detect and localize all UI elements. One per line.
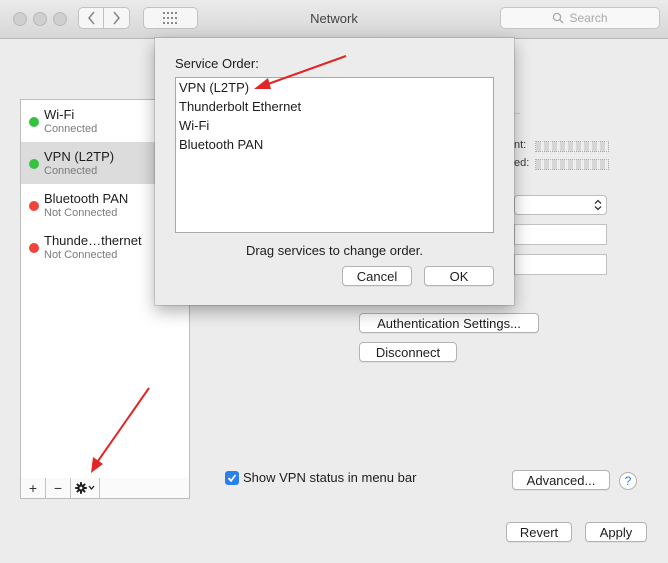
title-bar: Network Search xyxy=(0,0,668,39)
redacted-value xyxy=(535,159,609,170)
server-address-field[interactable] xyxy=(514,224,607,245)
cancel-button[interactable]: Cancel xyxy=(342,266,412,286)
service-list-toolbar: + − xyxy=(20,478,190,499)
service-order-list[interactable]: VPN (L2TP) Thunderbolt Ethernet Wi-Fi Bl… xyxy=(175,77,494,233)
apply-button[interactable]: Apply xyxy=(585,522,647,542)
status-dot xyxy=(29,243,39,253)
service-actions-button[interactable] xyxy=(71,478,100,498)
updown-chevron-icon xyxy=(594,199,602,211)
show-vpn-status-row: Show VPN status in menu bar xyxy=(225,470,416,485)
help-button[interactable]: ? xyxy=(619,472,637,490)
service-name: VPN (L2TP) xyxy=(44,149,115,164)
authentication-settings-button[interactable]: Authentication Settings... xyxy=(359,313,539,333)
order-item[interactable]: Thunderbolt Ethernet xyxy=(179,99,301,114)
order-item[interactable]: Bluetooth PAN xyxy=(179,137,263,152)
service-name: Thunde…thernet xyxy=(44,233,142,248)
ok-button[interactable]: OK xyxy=(424,266,494,286)
configuration-popup[interactable] xyxy=(514,195,607,215)
status-dot xyxy=(29,117,39,127)
revert-button[interactable]: Revert xyxy=(506,522,572,542)
search-placeholder: Search xyxy=(569,11,608,25)
service-status: Connected xyxy=(44,165,98,177)
detail-label-2: ed: xyxy=(514,157,530,169)
order-item[interactable]: Wi-Fi xyxy=(179,118,209,133)
sheet-title: Service Order: xyxy=(175,56,259,71)
service-order-sheet: Service Order: VPN (L2TP) Thunderbolt Et… xyxy=(155,38,514,305)
order-item[interactable]: VPN (L2TP) xyxy=(179,80,249,95)
status-dot xyxy=(29,201,39,211)
account-name-field[interactable] xyxy=(514,254,607,275)
search-input[interactable]: Search xyxy=(500,7,660,29)
gear-icon xyxy=(75,482,95,494)
disconnect-button[interactable]: Disconnect xyxy=(359,342,457,362)
service-status: Not Connected xyxy=(44,207,118,219)
service-status: Connected xyxy=(44,123,98,135)
sheet-hint: Drag services to change order. xyxy=(245,243,424,258)
add-service-button[interactable]: + xyxy=(21,478,46,498)
detail-label-1: nt: xyxy=(514,139,527,151)
show-vpn-status-checkbox[interactable] xyxy=(225,470,239,485)
redacted-value xyxy=(535,141,609,152)
service-name: Bluetooth PAN xyxy=(44,191,129,206)
remove-service-button[interactable]: − xyxy=(46,478,71,498)
service-name: Wi-Fi xyxy=(44,107,75,122)
show-vpn-status-label: Show VPN status in menu bar xyxy=(243,470,417,485)
search-icon xyxy=(553,12,564,24)
checkmark-icon xyxy=(227,473,237,482)
status-dot xyxy=(29,159,39,169)
service-status: Not Connected xyxy=(44,249,118,261)
advanced-button[interactable]: Advanced... xyxy=(512,470,610,490)
